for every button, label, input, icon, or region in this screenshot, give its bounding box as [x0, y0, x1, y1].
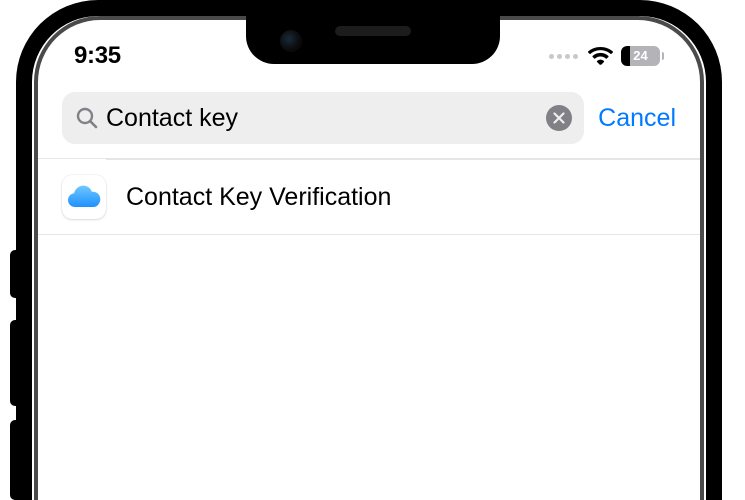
search-results: Contact Key Verification [38, 158, 700, 235]
result-contact-key-verification[interactable]: Contact Key Verification [38, 160, 700, 235]
search-row: Contact key Cancel [38, 78, 700, 158]
close-icon [553, 112, 565, 124]
result-label: Contact Key Verification [126, 183, 391, 212]
search-query-text: Contact key [106, 104, 538, 133]
clear-search-button[interactable] [546, 105, 572, 131]
battery-level: 24 [621, 46, 660, 66]
search-icon [76, 107, 98, 129]
status-time: 9:35 [74, 42, 121, 70]
battery-indicator: 24 [621, 46, 664, 66]
wifi-icon [588, 47, 613, 65]
cancel-button[interactable]: Cancel [598, 104, 676, 133]
icloud-icon [62, 175, 106, 219]
cellular-dots-icon [549, 54, 578, 59]
status-indicators: 24 [549, 46, 664, 66]
search-input[interactable]: Contact key [62, 92, 584, 144]
status-bar: 9:35 24 [38, 20, 700, 78]
